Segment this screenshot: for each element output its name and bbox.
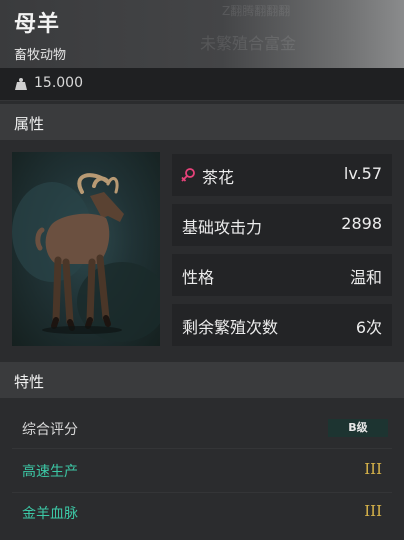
- section-attributes: 属性: [0, 104, 404, 140]
- trait-label: 金羊血脉: [22, 506, 78, 522]
- stat-gender-level: 茶花 lv.57: [172, 154, 392, 196]
- trait-row[interactable]: 高速生产 III: [12, 452, 392, 488]
- trait-label: 高速生产: [22, 464, 78, 480]
- stat-value: 2898: [341, 214, 382, 233]
- stat-attack: 基础攻击力 2898: [172, 204, 392, 246]
- stat-label: 剩余繁殖次数: [182, 318, 279, 337]
- header: Z翻腾翻翻翻 未繁殖合富金 母羊 畜牧动物: [0, 0, 404, 68]
- animal-category: 畜牧动物: [14, 48, 67, 63]
- trait-level: III: [364, 460, 382, 478]
- stat-label: 基础攻击力: [182, 218, 263, 237]
- section-traits-title: 特性: [14, 373, 45, 391]
- stat-value: lv.57: [343, 164, 382, 183]
- trait-row[interactable]: 金羊血脉 III: [12, 494, 392, 530]
- stat-value: 温和: [349, 268, 382, 287]
- trait-level: III: [364, 502, 382, 520]
- rating-label: 综合评分: [22, 422, 78, 438]
- animal-name: 母羊: [14, 12, 61, 37]
- header-watermark-top: Z翻腾翻翻翻: [222, 4, 291, 18]
- divider: [12, 448, 392, 449]
- weight-icon: [15, 78, 27, 90]
- animal-portrait: [12, 152, 160, 346]
- section-attributes-title: 属性: [14, 115, 45, 133]
- stat-label: 性格: [182, 268, 215, 287]
- price-row: 15.000: [0, 68, 404, 101]
- grade-badge: B级: [328, 419, 388, 437]
- stat-value: 6次: [355, 318, 382, 337]
- female-icon: [181, 168, 195, 182]
- goat-image: [12, 173, 160, 342]
- trait-rating-row: 综合评分 B级: [12, 410, 392, 446]
- stat-breeding-remaining: 剩余繁殖次数 6次: [172, 304, 392, 346]
- stat-label: 茶花: [202, 168, 235, 187]
- divider: [12, 492, 392, 493]
- section-traits: 特性: [0, 362, 404, 398]
- animal-info-panel: Z翻腾翻翻翻 未繁殖合富金 母羊 畜牧动物 15.000 属性 茶花 lv.57…: [0, 0, 404, 540]
- stat-temperament: 性格 温和: [172, 254, 392, 296]
- header-watermark: 未繁殖合富金: [200, 34, 297, 53]
- price-value: 15.000: [34, 75, 83, 91]
